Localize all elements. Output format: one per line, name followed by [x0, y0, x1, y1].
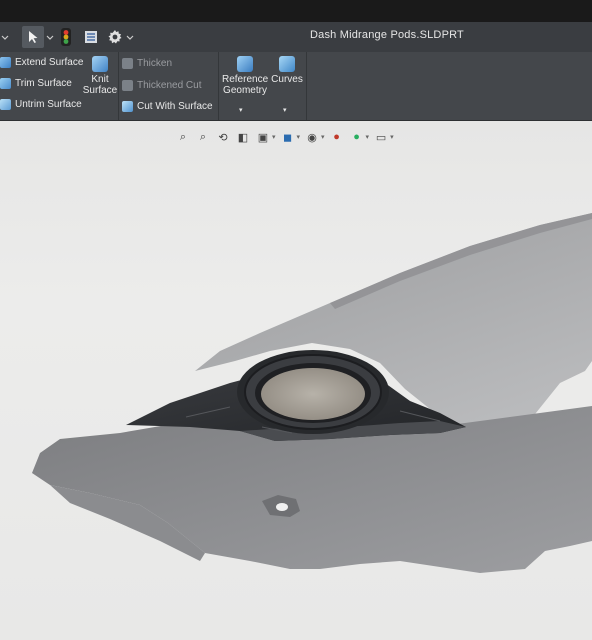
knit-surface-icon — [92, 56, 108, 72]
gear-caret-icon[interactable] — [126, 26, 134, 48]
untrim-surface-button[interactable]: Untrim Surface — [0, 99, 82, 110]
traffic-light-icon[interactable] — [56, 26, 76, 48]
extend-surface-button[interactable]: Extend Surface — [0, 57, 83, 68]
untrim-surface-icon — [0, 99, 11, 110]
curves-button[interactable]: Curves — [270, 56, 304, 85]
knit-surface-label-2: Surface — [82, 85, 118, 96]
heads-up-view-toolbar: ⌕ ⌕ ⟲ ◧ ▣ ▾ ◼ ▾ ◉ ▾ ● ● ▾ ▭ ▾ — [175, 127, 394, 147]
reference-geometry-label-2: Geometry — [223, 85, 267, 96]
thickened-cut-label: Thickened Cut — [137, 80, 202, 91]
toolbar-dropdown-caret[interactable] — [0, 26, 10, 48]
thickened-cut-button[interactable]: Thickened Cut — [122, 80, 201, 91]
window-title: Dash Midrange Pods.SLDPRT — [310, 29, 464, 41]
part-model[interactable] — [0, 121, 592, 640]
mount-hole — [276, 503, 288, 511]
zoom-to-area-icon[interactable]: ⌕ — [195, 129, 211, 145]
apply-scene-icon[interactable]: ● — [349, 129, 365, 145]
ribbon-separator — [306, 52, 307, 120]
display-style-caret[interactable]: ▾ — [297, 133, 301, 141]
reference-geometry-caret[interactable]: ▾ — [239, 106, 243, 114]
knit-surface-button[interactable]: Knit Surface — [82, 56, 118, 96]
thicken-icon — [122, 58, 133, 69]
edit-appearance-icon[interactable]: ● — [329, 129, 345, 145]
zoom-to-fit-icon[interactable]: ⌕ — [175, 129, 191, 145]
extend-surface-label: Extend Surface — [15, 57, 84, 68]
section-view-icon[interactable]: ◧ — [235, 129, 251, 145]
apply-scene-caret[interactable]: ▾ — [366, 133, 370, 141]
reference-geometry-icon — [237, 56, 253, 72]
solidworks-window: Dash Midrange Pods.SLDPRT Extend Surface… — [0, 0, 592, 640]
reference-geometry-label-1: Reference — [222, 74, 269, 85]
select-arrow-icon[interactable] — [22, 26, 44, 48]
trim-surface-icon — [0, 78, 11, 89]
curves-caret[interactable]: ▾ — [283, 106, 287, 114]
gear-icon[interactable] — [106, 26, 124, 48]
view-orientation-caret[interactable]: ▾ — [272, 133, 276, 141]
thicken-label: Thicken — [137, 58, 173, 69]
trim-surface-label: Trim Surface — [15, 78, 72, 89]
untrim-surface-label: Untrim Surface — [15, 99, 82, 110]
select-caret-icon[interactable] — [46, 26, 54, 48]
options-list-icon[interactable] — [82, 26, 100, 48]
knit-surface-label-1: Knit — [91, 74, 109, 85]
ribbon-separator — [218, 52, 219, 120]
trim-surface-button[interactable]: Trim Surface — [0, 78, 72, 89]
view-settings-icon[interactable]: ▭ — [373, 129, 389, 145]
extend-surface-icon — [0, 57, 11, 68]
hide-show-items-icon[interactable]: ◉ — [304, 129, 320, 145]
display-style-icon[interactable]: ◼ — [280, 129, 296, 145]
curves-icon — [279, 56, 295, 72]
speaker-grille[interactable] — [261, 368, 365, 420]
reference-geometry-button[interactable]: Reference Geometry — [222, 56, 268, 96]
surfaces-ribbon: Extend Surface Trim Surface Untrim Surfa… — [0, 52, 592, 121]
thickened-cut-icon — [122, 80, 133, 91]
view-settings-caret[interactable]: ▾ — [390, 133, 394, 141]
previous-view-icon[interactable]: ⟲ — [215, 129, 231, 145]
ribbon-separator — [118, 52, 119, 120]
hide-show-caret[interactable]: ▾ — [321, 133, 325, 141]
title-bar: Dash Midrange Pods.SLDPRT — [0, 22, 592, 52]
thicken-button[interactable]: Thicken — [122, 58, 172, 69]
cut-with-surface-button[interactable]: Cut With Surface — [122, 101, 213, 112]
cut-with-surface-label: Cut With Surface — [137, 101, 213, 112]
cut-with-surface-icon — [122, 101, 133, 112]
view-orientation-icon[interactable]: ▣ — [255, 129, 271, 145]
curves-label: Curves — [271, 74, 303, 85]
graphics-viewport[interactable]: ⌕ ⌕ ⟲ ◧ ▣ ▾ ◼ ▾ ◉ ▾ ● ● ▾ ▭ ▾ — [0, 121, 592, 640]
